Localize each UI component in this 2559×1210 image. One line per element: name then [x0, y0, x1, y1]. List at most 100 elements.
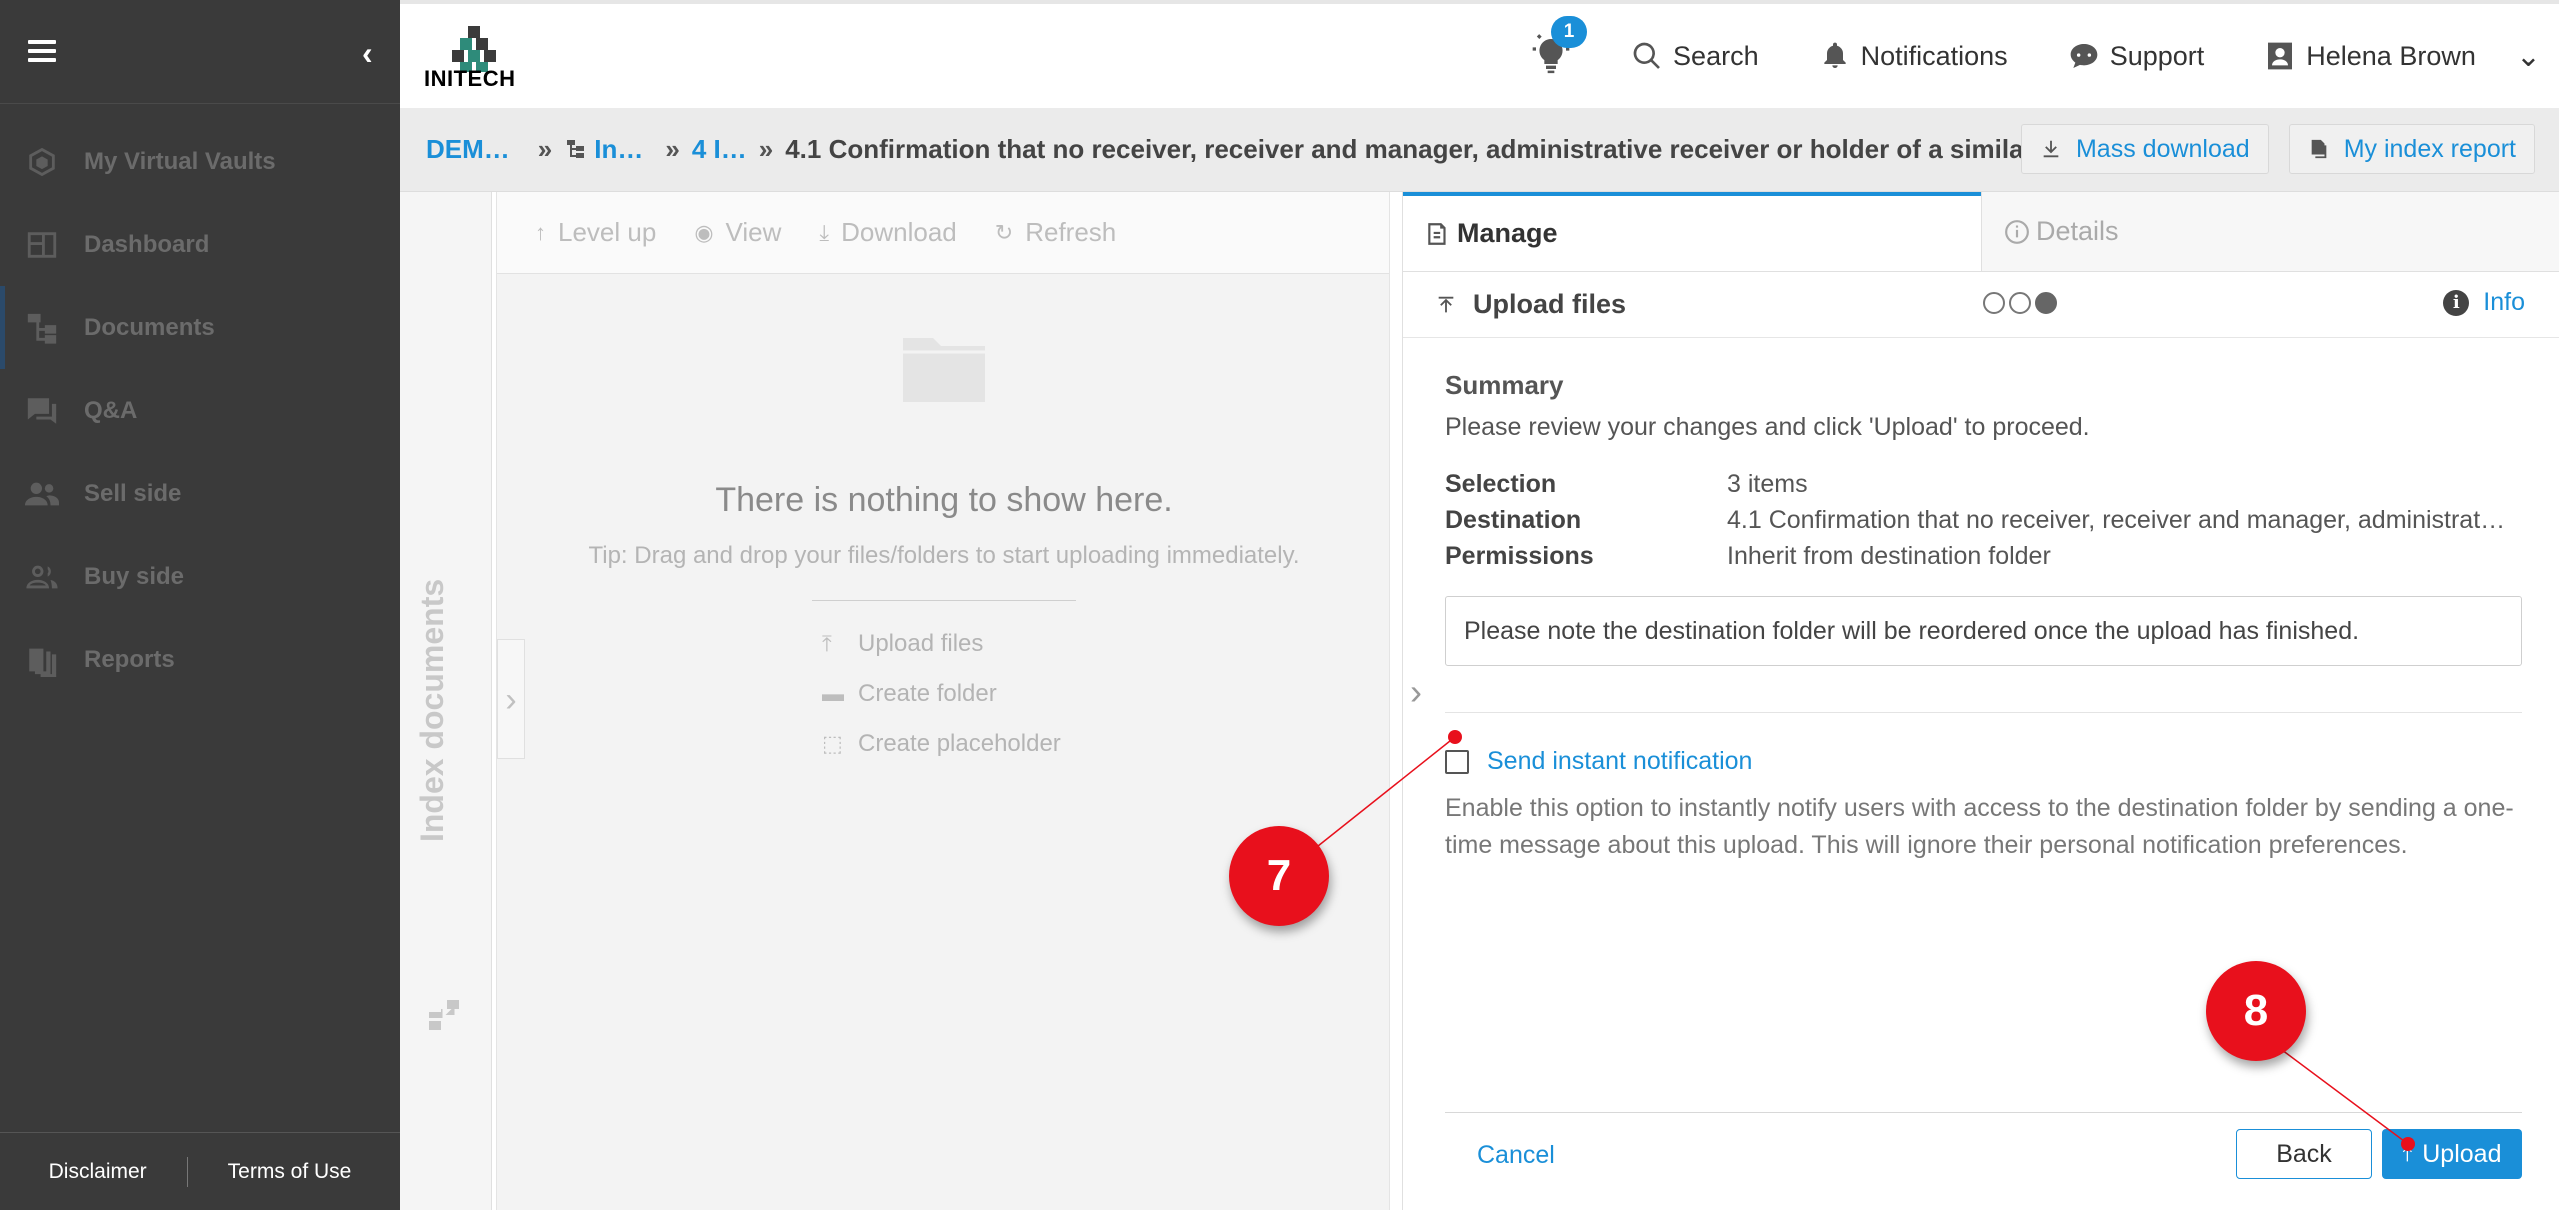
- wizard-steps: [1983, 292, 2061, 314]
- create-placeholder-action[interactable]: ⬚ Create placeholder: [804, 719, 1084, 769]
- file-toolbar: ↑ Level up ◉ View ⤓ Download ↻ Refresh: [497, 192, 1389, 274]
- wizard-step-1: [1983, 292, 2005, 314]
- search-button[interactable]: Search: [1631, 40, 1759, 72]
- download-icon: ⤓: [819, 219, 830, 245]
- sidebar-item-label: Dashboard: [84, 230, 210, 258]
- refresh-button[interactable]: ↻ Refresh: [995, 217, 1116, 248]
- dashboard-icon: [22, 228, 62, 262]
- breadcrumb-separator: »: [665, 134, 680, 164]
- report-copy-icon: [2311, 139, 2327, 159]
- breadcrumb-item-root[interactable]: DEM…: [426, 134, 510, 165]
- empty-state-actions: ⤒ Upload files ▬ Create folder ⬚ Create pla…: [804, 619, 1084, 769]
- upload-files-action[interactable]: ⤒ Upload files: [804, 619, 1084, 669]
- info-button[interactable]: i Info: [2443, 288, 2525, 317]
- logo-text: INITECH: [424, 66, 516, 91]
- breadcrumb-separator: »: [758, 134, 774, 164]
- support-label: Support: [2109, 40, 2205, 71]
- my-index-report-label: My index report: [2343, 134, 2516, 163]
- breadcrumb-item-index[interactable]: In…: [594, 134, 643, 165]
- summary-row: Destination 4.1 Confirmation that no rec…: [1445, 502, 2521, 538]
- refresh-label: Refresh: [1025, 217, 1117, 247]
- support-button[interactable]: Support: [2068, 40, 2205, 72]
- summary-key: Destination: [1445, 505, 1582, 534]
- sidebar-item-sell-side[interactable]: Sell side: [0, 452, 400, 535]
- level-up-label: Level up: [558, 217, 657, 247]
- callout-step-7: 7: [1229, 826, 1329, 926]
- sidebar-item-qa[interactable]: Q&A: [0, 369, 400, 452]
- index-documents-label: Index documents: [414, 578, 450, 842]
- download-label: Download: [841, 217, 957, 247]
- info-icon: i: [2443, 289, 2470, 316]
- sell-side-icon: [22, 477, 62, 511]
- view-button[interactable]: ◉ View: [694, 217, 781, 248]
- upload-files-title: Upload files: [1473, 289, 1627, 319]
- index-tree-icon: [426, 997, 462, 1033]
- tab-manage-label: Manage: [1457, 218, 1558, 248]
- back-button[interactable]: Back: [2236, 1129, 2372, 1179]
- download-button[interactable]: ⤓ Download: [819, 217, 956, 248]
- initech-logo[interactable]: INITECH: [420, 22, 530, 98]
- sidebar-item-label: My Virtual Vaults: [84, 147, 276, 175]
- empty-state-title: There is nothing to show here.: [715, 481, 1173, 519]
- mass-download-button[interactable]: Mass download: [2020, 124, 2269, 174]
- empty-state-divider: [812, 600, 1076, 601]
- empty-state-tip: Tip: Drag and drop your files/folders to…: [588, 542, 1300, 569]
- mass-download-label: Mass download: [2075, 134, 2250, 163]
- tab-manage[interactable]: Manage: [1403, 192, 1981, 271]
- summary-description: Please review your changes and click 'Up…: [1445, 413, 2090, 441]
- send-instant-notification-label[interactable]: Send instant notification: [1487, 747, 1752, 776]
- empty-state: There is nothing to show here. Tip: Drag…: [497, 332, 1391, 769]
- upload-button[interactable]: ⤒ Upload: [2382, 1129, 2522, 1179]
- sidebar: ‹ My Virtual Vaults Dashboard Documents …: [0, 0, 400, 1210]
- create-folder-label: Create folder: [858, 680, 997, 707]
- sidebar-item-documents[interactable]: Documents: [0, 286, 400, 369]
- my-index-report-button[interactable]: My index report: [2288, 124, 2535, 174]
- index-documents-panel[interactable]: Index documents: [400, 192, 492, 1210]
- notification-count-badge: 1: [1551, 15, 1588, 48]
- sidebar-item-my-virtual-vaults[interactable]: My Virtual Vaults: [0, 120, 400, 203]
- breadcrumb-separator: »: [537, 134, 553, 164]
- notifications-button[interactable]: Notifications: [1819, 40, 2008, 72]
- send-instant-notification-option[interactable]: Send instant notification: [1445, 747, 2521, 776]
- reorder-note: Please note the destination folder will …: [1445, 596, 2522, 666]
- summary-title: Summary: [1445, 370, 1564, 400]
- upload-icon: ⤒: [822, 631, 832, 656]
- sidebar-item-dashboard[interactable]: Dashboard: [0, 203, 400, 286]
- tips-bulb-button[interactable]: 1: [1531, 15, 1588, 81]
- sidebar-item-label: Reports: [84, 645, 175, 673]
- create-folder-action[interactable]: ▬ Create folder: [804, 669, 1084, 719]
- cancel-button[interactable]: Cancel: [1477, 1141, 1555, 1170]
- collapse-panel-chevron-icon[interactable]: ›: [1401, 662, 1431, 722]
- tab-details[interactable]: Details: [1981, 192, 2559, 271]
- sidebar-item-label: Sell side: [84, 479, 182, 507]
- empty-folder-icon: [903, 338, 985, 402]
- sidebar-item-buy-side[interactable]: Buy side: [0, 535, 400, 618]
- info-circle-icon: [2005, 219, 2029, 244]
- breadcrumb-actions: Mass download My index report: [2001, 124, 2535, 174]
- summary-value: Inherit from destination folder: [1727, 541, 2051, 570]
- terms-of-use-link[interactable]: Terms of Use: [188, 1160, 392, 1184]
- documents-tree-icon: [22, 311, 62, 345]
- level-up-button[interactable]: ↑ Level up: [535, 217, 656, 248]
- sidebar-item-label: Buy side: [84, 562, 185, 590]
- sidebar-nav: My Virtual Vaults Dashboard Documents Q&…: [0, 104, 400, 701]
- breadcrumb: DEM… » In… » 4 I… » 4.1 Confirmation tha…: [400, 108, 2559, 192]
- send-instant-notification-checkbox[interactable]: [1445, 749, 1469, 774]
- hamburger-menu-icon[interactable]: [28, 40, 56, 62]
- download-icon: [2043, 140, 2059, 158]
- breadcrumb-item-section[interactable]: 4 I…: [692, 134, 747, 165]
- eye-icon: ◉: [694, 219, 714, 245]
- disclaimer-link[interactable]: Disclaimer: [9, 1160, 187, 1184]
- breadcrumb-current: 4.1 Confirmation that no receiver, recei…: [785, 134, 2050, 164]
- upload-files-label: Upload files: [858, 630, 984, 657]
- wizard-step-3: [2035, 292, 2057, 314]
- refresh-icon: ↻: [994, 219, 1014, 245]
- collapse-sidebar-chevron-icon[interactable]: ‹: [362, 37, 386, 69]
- divider: [1445, 712, 2522, 713]
- sidebar-item-reports[interactable]: Reports: [0, 618, 400, 701]
- chevron-down-icon[interactable]: ⌄: [2516, 39, 2541, 74]
- vault-icon: [22, 145, 62, 179]
- sidebar-item-label: Documents: [84, 313, 215, 341]
- summary-value: 3 items: [1727, 469, 1808, 498]
- user-menu-button[interactable]: Helena Brown ⌄: [2264, 39, 2541, 74]
